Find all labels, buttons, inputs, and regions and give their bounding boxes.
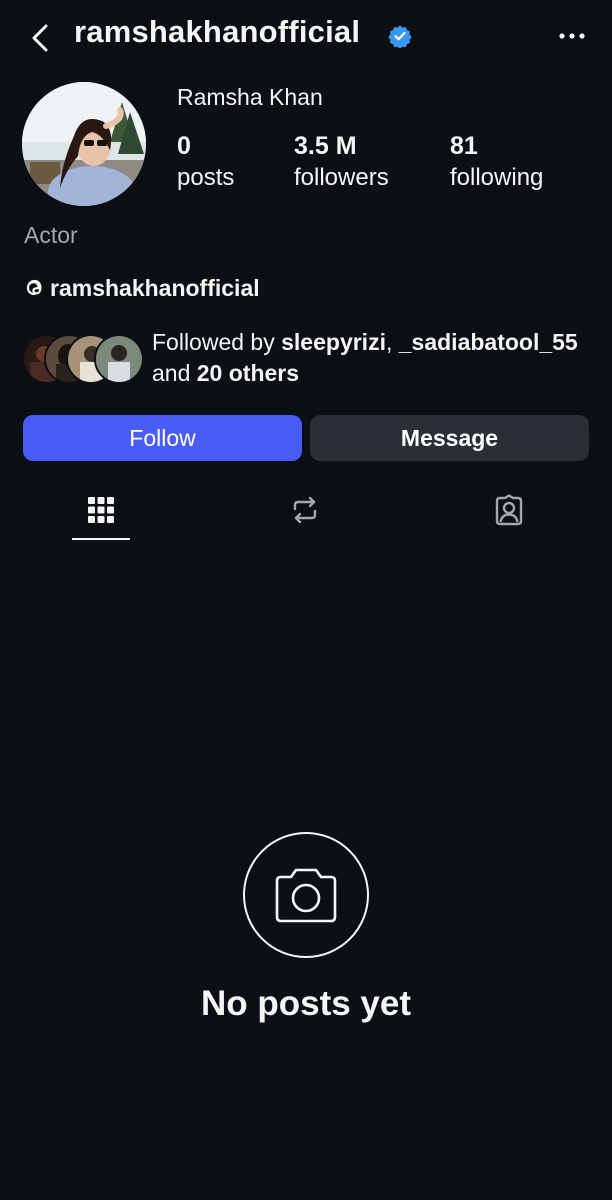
empty-state-text: No posts yet (200, 984, 412, 1023)
profile-category: Actor (24, 222, 78, 248)
repost-icon (293, 496, 317, 524)
following-count: 81 (450, 132, 478, 160)
avatar-photo (22, 82, 146, 206)
mutual-followers-avatars[interactable] (22, 334, 144, 384)
mutual-avatar (94, 334, 144, 384)
more-options-button[interactable] (552, 20, 592, 52)
display-name: Ramsha Khan (177, 84, 323, 110)
profile-avatar[interactable] (22, 82, 146, 206)
tagged-icon (495, 494, 523, 526)
followed-by-others: 20 others (196, 360, 300, 386)
posts-label: posts (177, 164, 235, 191)
back-button[interactable] (20, 16, 60, 60)
mutual-follower-name: _sadiabatool_55 (398, 329, 578, 355)
follow-button[interactable]: Follow (23, 415, 302, 461)
message-button[interactable]: Message (310, 415, 589, 461)
tab-posts-grid[interactable] (72, 490, 130, 530)
empty-state-camera (243, 832, 369, 958)
threads-link[interactable]: ramshakhanofficial (24, 272, 260, 304)
posts-count: 0 (177, 132, 191, 160)
chevron-left-icon (32, 24, 48, 52)
followed-by-joiner: and (152, 360, 191, 386)
profile-username: ramshakhanofficial (74, 14, 361, 49)
followers-stat[interactable]: 3.5 M followers (294, 130, 389, 194)
tab-reposts[interactable] (276, 490, 334, 530)
followers-count: 3.5 M (294, 132, 357, 160)
grid-icon (88, 497, 114, 523)
followed-by-prefix: Followed by (152, 329, 275, 355)
following-stat[interactable]: 81 following (450, 130, 543, 194)
followers-label: followers (294, 164, 389, 191)
threads-icon (26, 279, 42, 296)
threads-handle: ramshakhanofficial (50, 274, 260, 301)
active-tab-indicator (72, 538, 130, 540)
camera-icon (275, 868, 337, 923)
mutual-follower-name: sleepyrizi (281, 329, 386, 355)
following-label: following (450, 164, 544, 191)
tab-tagged[interactable] (480, 490, 538, 530)
followed-by-text[interactable]: Followed by sleepyrizi, _sadiabatool_55 … (152, 327, 592, 389)
posts-stat[interactable]: 0 posts (177, 130, 234, 194)
verified-badge-icon (388, 25, 412, 48)
more-horizontal-icon (559, 33, 585, 39)
